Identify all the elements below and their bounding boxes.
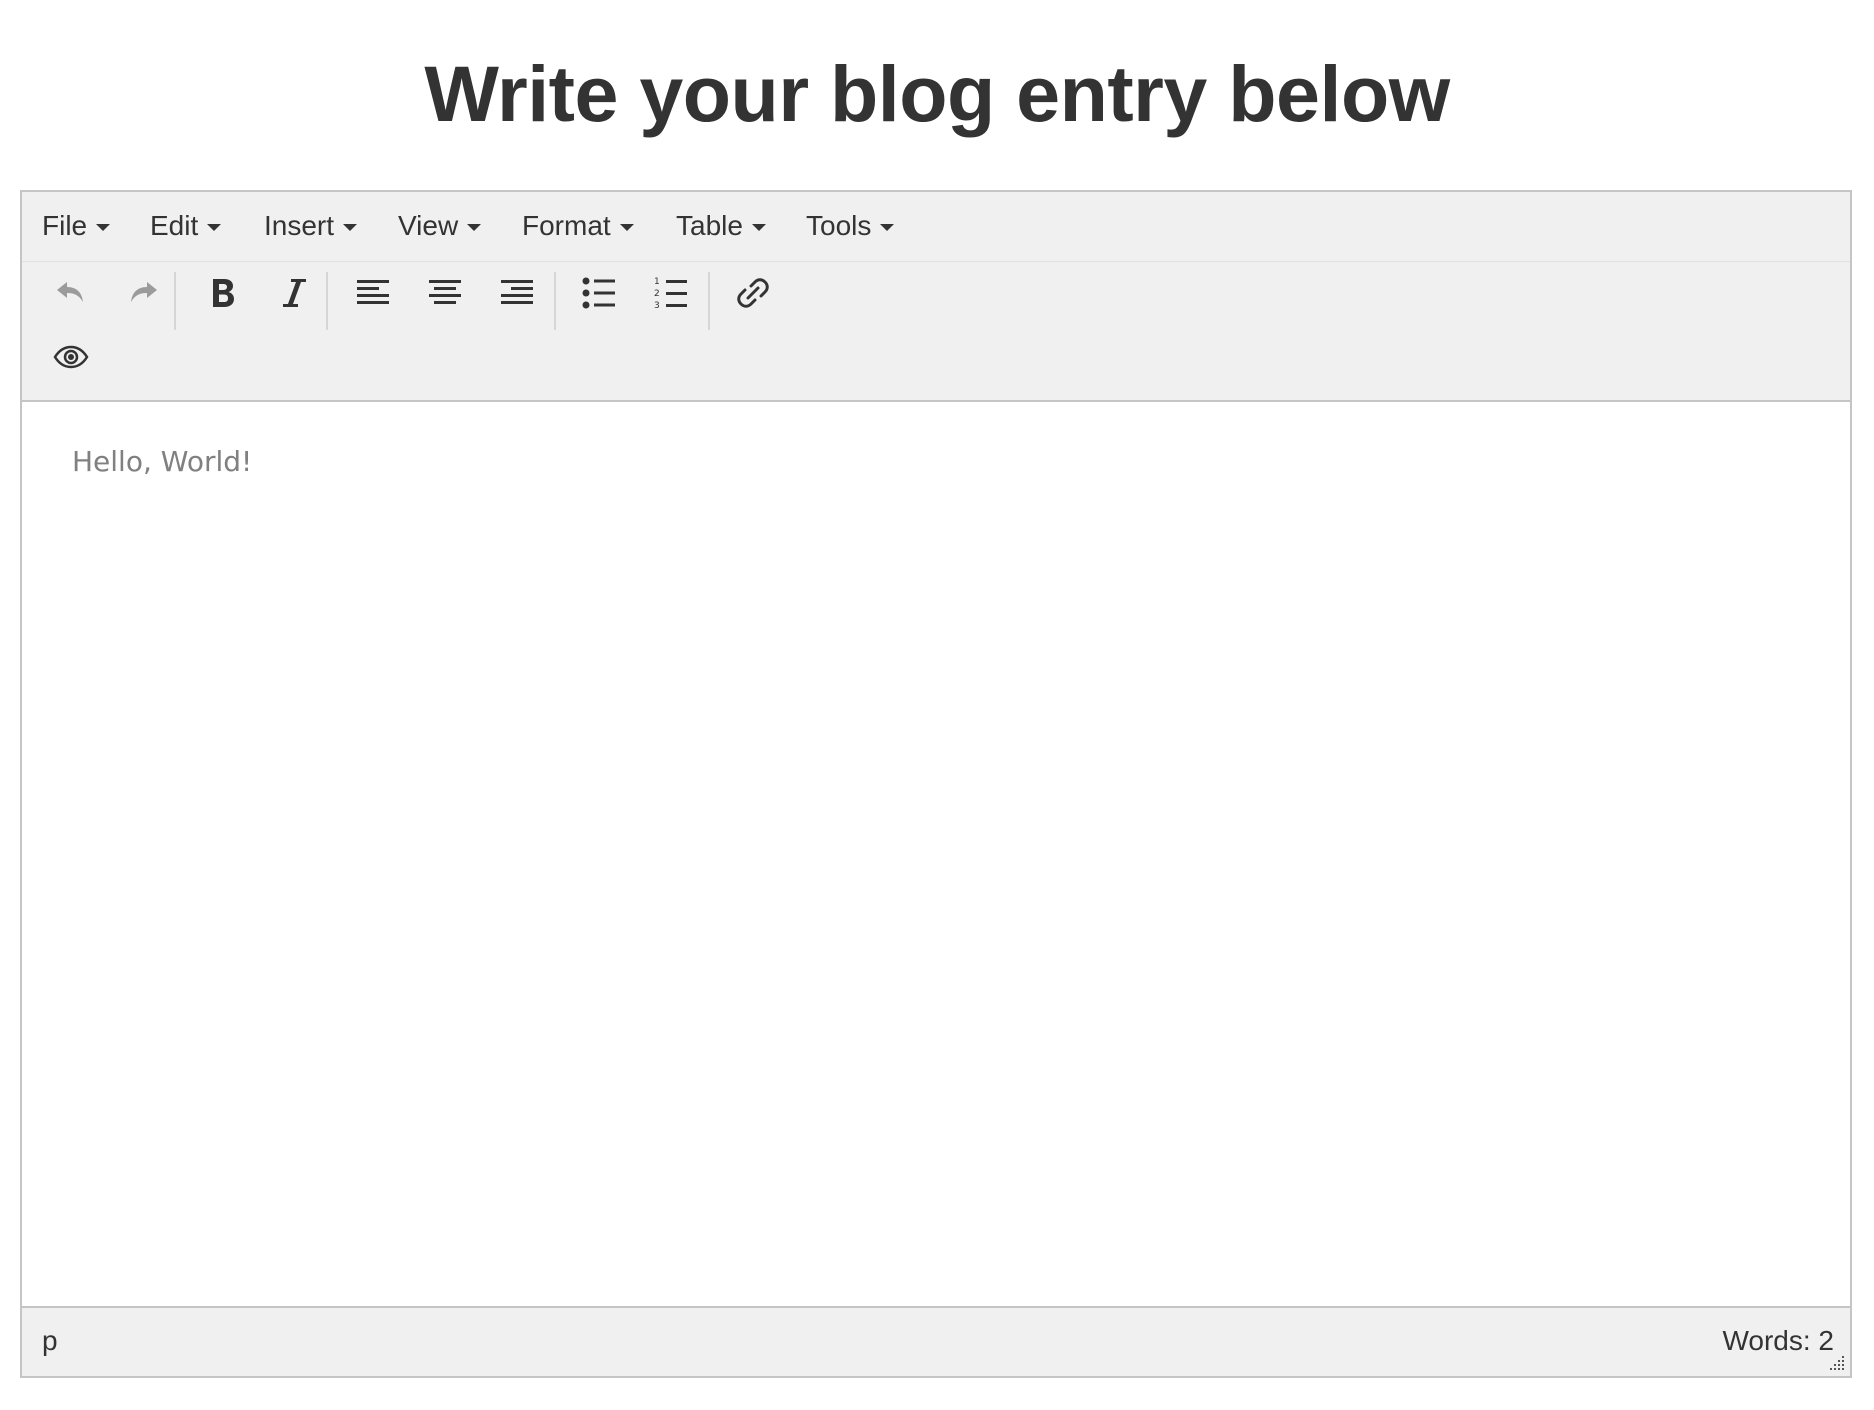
caret-down-icon — [880, 223, 895, 231]
editor-paragraph[interactable]: Hello, World! — [72, 442, 252, 482]
bullet-list-icon — [582, 277, 615, 309]
caret-down-icon — [619, 223, 634, 231]
caret-down-icon — [751, 223, 766, 231]
menu-tools[interactable]: Tools — [806, 206, 895, 246]
svg-text:1: 1 — [654, 277, 660, 287]
word-count-label: Words: — [1722, 1325, 1811, 1356]
resize-handle-icon[interactable] — [1826, 1352, 1846, 1372]
preview-button[interactable] — [42, 328, 100, 386]
menu-format-label: Format — [522, 210, 611, 241]
menu-file[interactable]: File — [42, 206, 111, 246]
bold-icon — [213, 279, 234, 307]
undo-button[interactable] — [42, 264, 100, 322]
align-left-icon — [357, 280, 389, 304]
svg-text:2: 2 — [654, 289, 660, 299]
numbered-list-button[interactable]: 1 2 3 — [642, 264, 700, 322]
rich-text-editor: File Edit Insert View Format Table Tools… — [20, 190, 1852, 1378]
menu-tools-label: Tools — [806, 210, 872, 241]
align-right-button[interactable] — [488, 264, 546, 322]
element-path[interactable]: p — [42, 1324, 58, 1358]
menu-insert[interactable]: Insert — [264, 206, 358, 246]
page: Write your blog entry below File Edit In… — [0, 0, 1874, 1410]
menu-table[interactable]: Table — [676, 206, 766, 246]
caret-down-icon — [207, 223, 222, 231]
menu-view-label: View — [398, 210, 459, 241]
caret-down-icon — [343, 223, 358, 231]
page-title: Write your blog entry below — [424, 49, 1450, 138]
toolbar-separator — [326, 272, 328, 330]
editor-content-area[interactable]: Hello, World! — [22, 402, 1850, 1306]
caret-down-icon — [467, 223, 482, 231]
menu-edit-label: Edit — [150, 210, 199, 241]
bold-button[interactable] — [194, 264, 252, 322]
align-center-icon — [429, 280, 461, 304]
menu-insert-label: Insert — [264, 210, 335, 241]
menubar: File Edit Insert View Format Table Tools — [22, 192, 1850, 262]
link-icon — [737, 278, 769, 308]
align-left-button[interactable] — [344, 264, 402, 322]
italic-icon — [283, 279, 306, 307]
toolbar-separator — [174, 272, 176, 330]
menu-format[interactable]: Format — [522, 206, 634, 246]
word-count-spacer — [1811, 1324, 1819, 1358]
align-center-button[interactable] — [416, 264, 474, 322]
align-right-icon — [501, 280, 533, 304]
italic-button[interactable] — [266, 264, 324, 322]
toolbar-separator — [554, 272, 556, 330]
menu-table-label: Table — [676, 210, 743, 241]
menu-view[interactable]: View — [398, 206, 482, 246]
redo-icon — [131, 282, 157, 302]
bullet-list-button[interactable] — [570, 264, 628, 322]
preview-eye-icon — [53, 345, 89, 369]
toolbar-separator — [708, 272, 710, 330]
toolbar: 1 2 3 — [22, 262, 1850, 402]
menu-edit[interactable]: Edit — [150, 206, 222, 246]
caret-down-icon — [96, 223, 111, 231]
menu-file-label: File — [42, 210, 88, 241]
redo-button[interactable] — [114, 264, 172, 322]
word-count: Words: 2 — [1722, 1324, 1834, 1358]
statusbar: p Words: 2 — [22, 1306, 1850, 1376]
numbered-list-icon: 1 2 3 — [654, 277, 687, 311]
insert-link-button[interactable] — [724, 264, 782, 322]
undo-icon — [57, 282, 83, 302]
svg-text:3: 3 — [654, 301, 660, 311]
